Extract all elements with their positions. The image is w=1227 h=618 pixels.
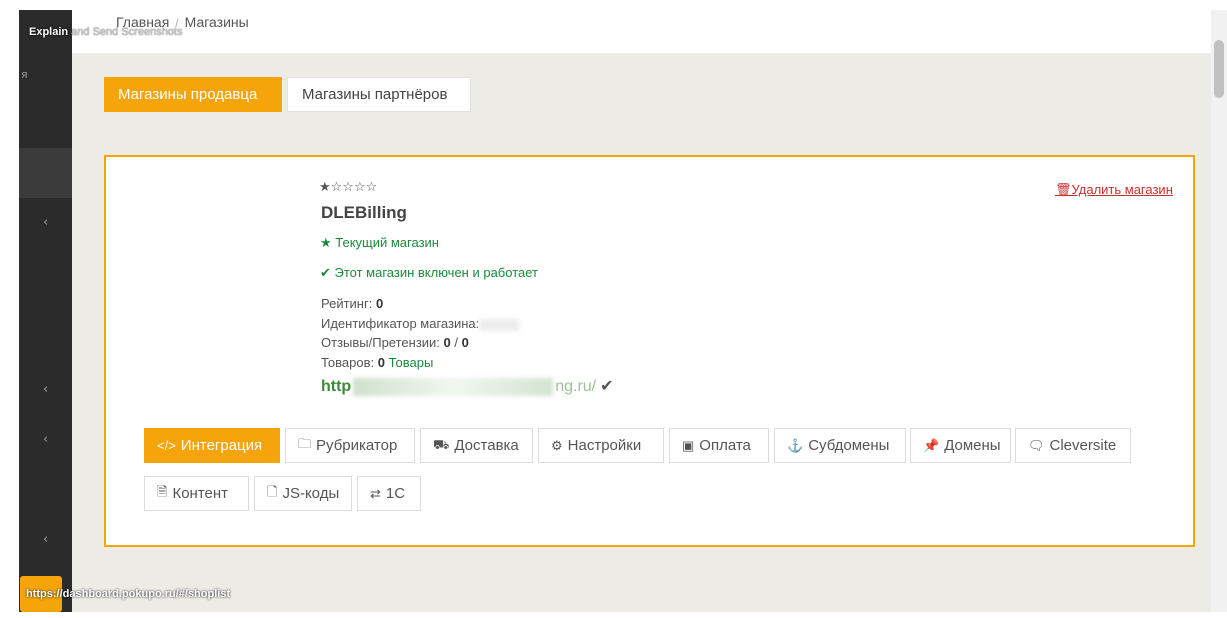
tab-partner-shops[interactable]: Магазины партнёров: [287, 77, 471, 112]
subdomains-button[interactable]: ⚓ Субдомены: [774, 428, 906, 463]
integration-button[interactable]: </> Интеграция: [144, 428, 280, 463]
pin-icon: 📌: [923, 437, 940, 453]
code-file-icon: 🗋: [267, 483, 278, 499]
chat-icon: 🗨: [1028, 437, 1045, 453]
code-icon: </>: [157, 438, 176, 453]
shop-enabled-status: ✔ Этот магазин включен и работает: [320, 265, 538, 280]
content-button[interactable]: 🗎 Контент: [144, 476, 249, 511]
tab-seller-shops[interactable]: Магазины продавца: [104, 77, 282, 112]
chevron-left-icon[interactable]: ‹: [43, 532, 48, 547]
onec-button[interactable]: ⇄ 1C: [357, 476, 421, 511]
scrollbar[interactable]: [1211, 10, 1227, 612]
folder-icon: 🗀: [298, 435, 312, 451]
anchor-icon: ⚓: [787, 437, 804, 453]
delete-shop-link[interactable]: 🗑Удалить магазин: [1055, 182, 1173, 198]
chevron-left-icon[interactable]: ‹: [43, 382, 48, 397]
status-bar-url: https://dashboard.pokupo.ru/#/shoplist: [20, 576, 236, 612]
money-icon: ▣: [682, 437, 695, 453]
shop-name: DLEBilling: [321, 203, 407, 222]
delivery-button[interactable]: ⛟ Доставка: [420, 428, 533, 463]
js-codes-button[interactable]: 🗋 JS-коды: [254, 476, 352, 511]
shop-id-line: Идентификатор магазина:: [321, 316, 520, 331]
sidebar-cut-label: я: [21, 68, 28, 81]
document-icon: 🗎: [157, 483, 168, 499]
chevron-left-icon[interactable]: ‹: [43, 432, 48, 447]
rating-value: 0: [375, 296, 384, 311]
sidebar-active-item[interactable]: [19, 148, 72, 198]
truck-icon: ⛟: [433, 436, 450, 452]
domains-button[interactable]: 📌 Домены: [910, 428, 1011, 463]
exchange-icon: ⇄: [370, 485, 381, 501]
cleversite-button[interactable]: 🗨 Cleversite: [1015, 428, 1131, 463]
gears-icon: ⚙: [551, 437, 563, 453]
shop-url[interactable]: http ng.ru/✔: [321, 376, 614, 396]
app-window: я ‹ ‹ ‹ ‹ Главная / Магазины Explain and S…: [0, 0, 1227, 618]
current-shop-label: ★ Текущий магазин: [320, 235, 439, 250]
extension-overlay-label[interactable]: Explain and Send Screenshots: [29, 26, 182, 38]
products-link[interactable]: Товары: [385, 355, 434, 370]
rating-line: Рейтинг: 0: [321, 296, 384, 311]
reviews-line: Отзывы/Претензии: 0 / 0: [321, 335, 469, 350]
breadcrumb-current: Магазины: [184, 14, 249, 30]
sidebar: я ‹ ‹ ‹ ‹: [19, 10, 72, 612]
rating-stars: ★☆☆☆☆: [319, 180, 378, 195]
url-redacted: [353, 377, 554, 396]
reviews-positive: 0: [443, 335, 451, 350]
scrollbar-thumb[interactable]: [1214, 40, 1224, 98]
products-line: Товаров: 0 Товары: [321, 355, 434, 370]
rubricator-button[interactable]: 🗀 Рубрикатор: [285, 428, 415, 463]
chevron-left-icon[interactable]: ‹: [43, 215, 48, 230]
products-count: 0: [377, 355, 385, 370]
settings-button[interactable]: ⚙ Настройки: [538, 428, 664, 463]
checkmark-icon: ✔: [600, 378, 614, 395]
reviews-negative: 0: [461, 335, 469, 350]
shop-id-redacted: [479, 318, 520, 331]
payment-button[interactable]: ▣ Оплата: [669, 428, 769, 463]
trash-icon: 🗑: [1055, 182, 1072, 197]
